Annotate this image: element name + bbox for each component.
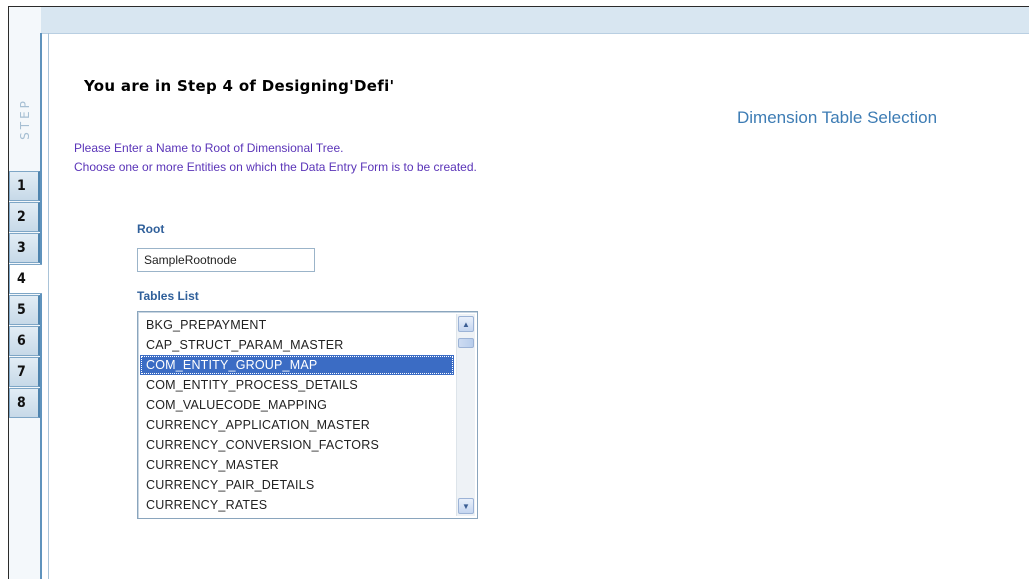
step-rail-label: STEP: [18, 98, 33, 140]
scroll-thumb[interactable]: [458, 338, 474, 348]
table-list-item[interactable]: COM_ENTITY_GROUP_MAP: [140, 355, 454, 375]
table-list-item[interactable]: BKG_PREPAYMENT: [140, 315, 454, 335]
step-tab-2[interactable]: 2: [9, 202, 40, 232]
chevron-up-icon: ▲: [462, 319, 470, 329]
section-title: Dimension Table Selection: [737, 108, 938, 127]
tables-listbox[interactable]: BKG_PREPAYMENT CAP_STRUCT_PARAM_MASTER COM…: [137, 311, 478, 519]
step-tab-8[interactable]: 8: [9, 388, 40, 418]
table-list-item[interactable]: CURRENCY_MASTER: [140, 455, 454, 475]
root-label: Root: [137, 222, 165, 236]
table-list-item[interactable]: CURRENCY_CONVERSION_FACTORS: [140, 435, 454, 455]
step-tab-1[interactable]: 1: [9, 171, 40, 201]
content-divider: [48, 33, 49, 579]
instruction-line-1: Please Enter a Name to Root of Dimension…: [74, 141, 344, 155]
scroll-up-button[interactable]: ▲: [458, 316, 474, 332]
step-tab-6[interactable]: 6: [9, 326, 40, 356]
table-list-item[interactable]: CURRENCY_RATES: [140, 495, 454, 515]
page-title: You are in Step 4 of Designing'Defi': [84, 77, 395, 95]
table-list-item[interactable]: COM_VALUECODE_MAPPING: [140, 395, 454, 415]
instruction-line-2: Choose one or more Entities on which the…: [74, 160, 477, 174]
step-tab-7[interactable]: 7: [9, 357, 40, 387]
scroll-down-button[interactable]: ▼: [458, 498, 474, 514]
step-tab-5[interactable]: 5: [9, 295, 40, 325]
root-name-input[interactable]: [137, 248, 315, 272]
rail-divider: [40, 33, 42, 579]
step-tab-3[interactable]: 3: [9, 233, 40, 263]
table-list-item[interactable]: CURRENCY_APPLICATION_MASTER: [140, 415, 454, 435]
listbox-scrollbar[interactable]: ▲ ▼: [456, 314, 475, 516]
chevron-down-icon: ▼: [462, 501, 470, 511]
table-list-item[interactable]: CURRENCY_PAIR_DETAILS: [140, 475, 454, 495]
step-tab-4[interactable]: 4: [9, 264, 42, 294]
tables-list-items: BKG_PREPAYMENT CAP_STRUCT_PARAM_MASTER COM…: [140, 315, 454, 515]
top-band: [41, 7, 1029, 34]
table-list-item[interactable]: CAP_STRUCT_PARAM_MASTER: [140, 335, 454, 355]
tables-list-label: Tables List: [137, 289, 199, 303]
table-list-item[interactable]: COM_ENTITY_PROCESS_DETAILS: [140, 375, 454, 395]
